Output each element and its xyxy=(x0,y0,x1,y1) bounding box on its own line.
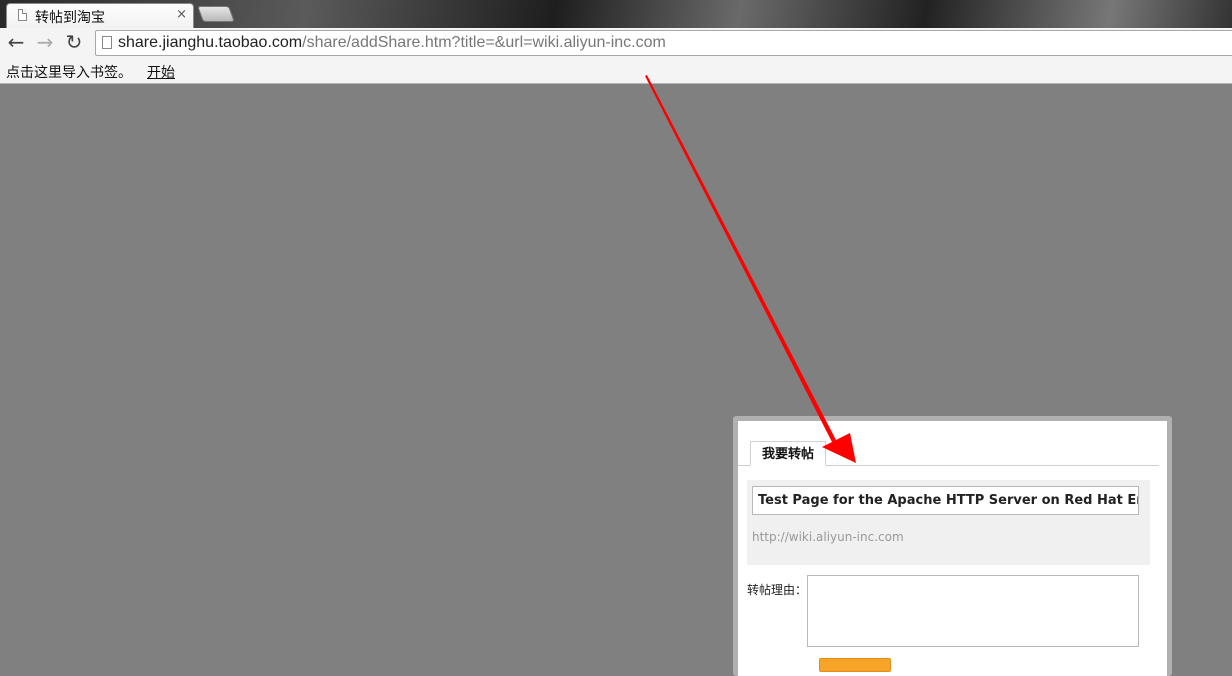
bookmarks-bar: 点击这里导入书签。 开始 xyxy=(0,58,1232,84)
share-url: http://wiki.aliyun-inc.com xyxy=(752,530,904,544)
tab-share[interactable]: 我要转帖 xyxy=(750,441,827,466)
share-dialog: 我要转帖 Test Page for the Apache HTTP Serve… xyxy=(733,416,1172,676)
share-title-input[interactable]: Test Page for the Apache HTTP Server on … xyxy=(752,486,1139,515)
url-host: share.jianghu.taobao.com xyxy=(118,34,303,51)
browser-toolbar: ← → ↻ share.jianghu.taobao.com/share/add… xyxy=(0,28,1232,58)
share-dialog-body: 我要转帖 Test Page for the Apache HTTP Serve… xyxy=(738,421,1167,676)
reason-textarea[interactable] xyxy=(807,575,1139,647)
address-bar[interactable]: share.jianghu.taobao.com/share/addShare.… xyxy=(95,30,1232,56)
page-icon xyxy=(18,9,27,21)
start-import-link[interactable]: 开始 xyxy=(147,62,175,82)
browser-tab[interactable]: 转帖到淘宝 × xyxy=(6,3,194,28)
new-tab-button[interactable] xyxy=(197,6,235,22)
reload-button[interactable]: ↻ xyxy=(63,31,85,53)
share-info-panel: Test Page for the Apache HTTP Server on … xyxy=(747,480,1150,565)
close-tab-icon[interactable]: × xyxy=(176,7,187,22)
back-button[interactable]: ← xyxy=(5,31,27,53)
reason-label: 转帖理由： xyxy=(747,583,808,597)
tab-title: 转帖到淘宝 xyxy=(35,10,105,26)
submit-button[interactable] xyxy=(819,658,891,672)
tab-strip: 转帖到淘宝 × xyxy=(0,0,1232,28)
url-path: /share/addShare.htm?title=&url=wiki.aliy… xyxy=(302,34,666,51)
import-bookmarks-prompt: 点击这里导入书签。 xyxy=(6,65,132,81)
page-icon xyxy=(102,36,112,49)
forward-button[interactable]: → xyxy=(34,31,56,53)
url-text[interactable]: share.jianghu.taobao.com/share/addShare.… xyxy=(118,34,666,52)
